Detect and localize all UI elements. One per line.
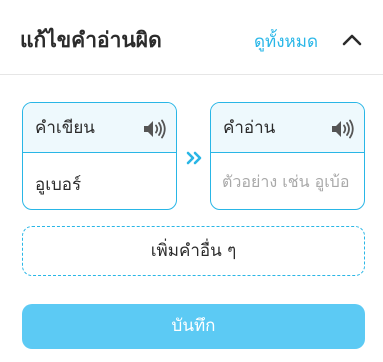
written-word-speaker-button[interactable] [143,119,167,139]
speaker-icon [144,119,166,139]
written-word-value: อูเบอร์ [35,175,82,195]
reading-word-label: คำอ่าน [223,118,276,138]
written-word-header: คำเขียน [23,103,176,153]
pronunciation-correction-panel: แก้ไขคำอ่านผิด ดูทั้งหมด คำเขียน อูเบอร์ [0,0,383,362]
written-word-box: คำเขียน อูเบอร์ [22,102,177,210]
reading-word-box: คำอ่าน [210,102,365,210]
double-chevron-right-icon [186,150,204,165]
collapse-button[interactable] [340,28,364,52]
save-button[interactable]: บันทึก [22,304,365,349]
panel-header: แก้ไขคำอ่านผิด ดูทั้งหมด [0,0,383,75]
reading-word-header: คำอ่าน [211,103,364,153]
panel-title: แก้ไขคำอ่านผิด [20,28,162,52]
view-all-link[interactable]: ดูทั้งหมด [254,30,318,54]
speaker-icon [332,119,354,139]
written-word-label: คำเขียน [35,118,95,138]
chevron-up-icon [342,34,362,46]
reading-word-speaker-button[interactable] [331,119,355,139]
reading-word-input[interactable] [211,153,364,209]
add-more-words-button[interactable]: เพิ่มคำอื่น ๆ [22,226,365,276]
